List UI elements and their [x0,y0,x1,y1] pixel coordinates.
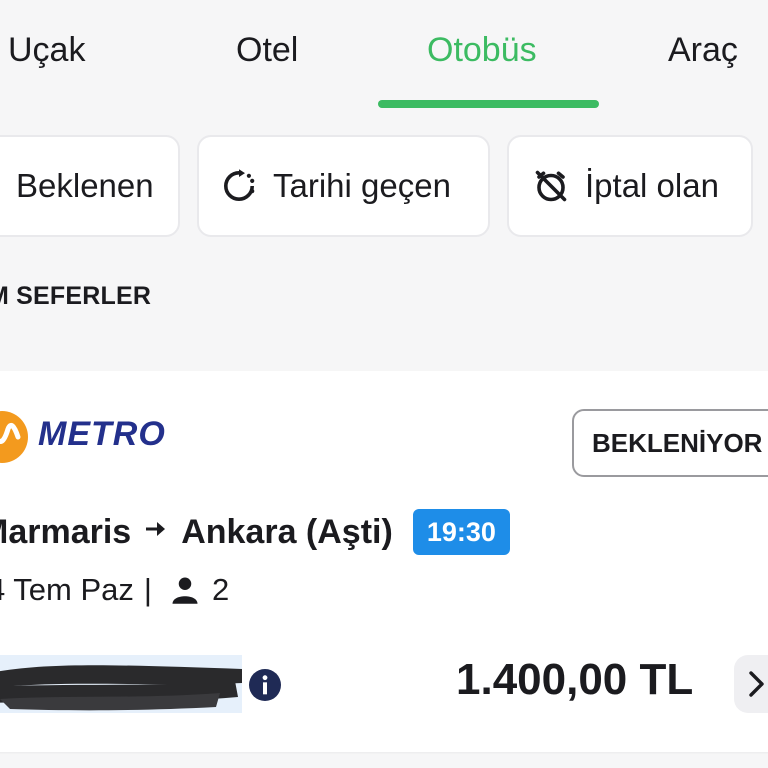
alarm-off-icon [535,170,567,202]
filter-pending-chip[interactable]: Beklenen [0,135,180,237]
section-title: M SEFERLER [0,282,152,310]
destination-city: Ankara (Aşti) [181,512,393,551]
redacted-pnr-scribble [0,655,242,713]
filter-past-label: Tarihi geçen [273,167,451,204]
chevron-right-icon [749,671,764,697]
trip-meta: 4 Tem Paz | 2 [0,572,229,608]
status-badge: BEKLENİYOR [572,409,768,477]
trip-price: 1.400,00 TL [456,655,694,704]
company-name: METRO [38,415,166,453]
passenger-count: 2 [211,572,230,607]
tab-hotel[interactable]: Otel [236,26,298,74]
filter-cancelled-chip[interactable]: İptal olan [507,135,753,237]
origin-city: Marmaris [0,512,132,551]
tab-flight[interactable]: Uçak [8,26,85,74]
trip-filter-chips: Beklenen Tarihi geçen İptal olan [0,112,768,262]
info-icon[interactable] [249,669,281,701]
trip-detail-button[interactable] [734,655,768,713]
trip-date: 4 Tem Paz [0,572,134,607]
filter-past-chip[interactable]: Tarihi geçen [197,135,490,237]
meta-separator: | [143,572,152,607]
bus-trips-screen: Uçak Otel Otobüs Araç Beklenen Tarihi ge… [0,0,768,768]
person-icon [172,577,198,604]
category-tabs: Uçak Otel Otobüs Araç [0,0,768,112]
trip-route: Marmaris Ankara (Aşti) 19:30 [0,509,510,555]
filter-cancelled-label: İptal olan [585,167,719,204]
active-tab-indicator [378,100,599,108]
arrow-right-icon [145,518,167,546]
tab-bus[interactable]: Otobüs [427,26,537,74]
filter-pending-label: Beklenen [16,167,154,204]
history-icon [224,169,255,201]
tab-car[interactable]: Araç [668,26,738,74]
trip-card[interactable]: METRO BEKLENİYOR Marmaris Ankara (Aşti) … [0,371,768,752]
departure-time-badge: 19:30 [412,509,510,555]
